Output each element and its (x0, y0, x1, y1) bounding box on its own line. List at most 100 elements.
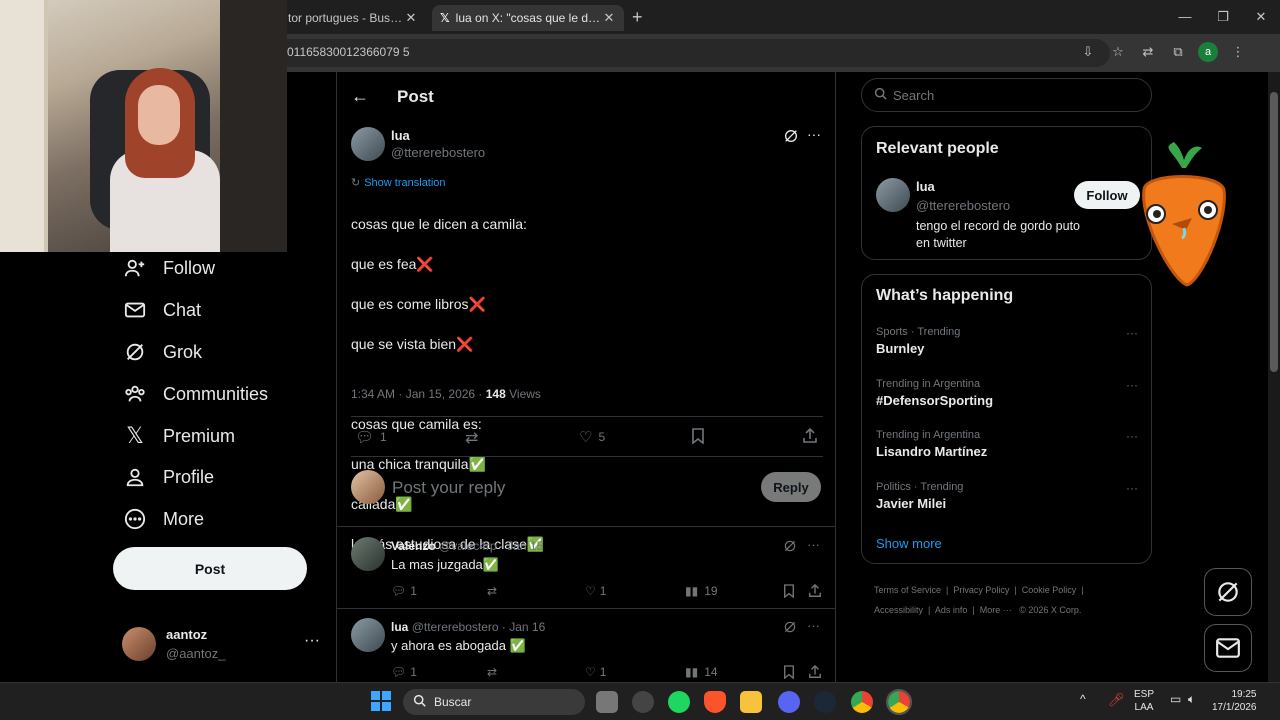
follow-button[interactable]: Follow (1074, 181, 1140, 209)
windows-start-icon[interactable] (370, 690, 392, 712)
close-tab-icon[interactable]: ✕ (602, 10, 616, 26)
reply-action[interactable]: 💬︎ 1 (391, 665, 417, 679)
retweet-icon[interactable]: ⇄ (465, 428, 478, 448)
more-dots-icon[interactable]: ··· (1126, 378, 1138, 392)
more-dots-icon[interactable]: ··· (807, 537, 820, 552)
trend-item[interactable]: Politics · Trending Javier Milei ··· (876, 481, 1138, 511)
discord-icon[interactable] (778, 691, 800, 713)
sidebar-item-more[interactable]: More (123, 499, 204, 539)
sidebar-item-profile[interactable]: Profile (123, 457, 214, 497)
reply-author-handle[interactable]: @ttererebostero · Jan 16 (412, 620, 546, 634)
author-handle[interactable]: @ttererebostero (391, 145, 485, 160)
task-view-icon[interactable] (596, 691, 618, 713)
more-dots-icon[interactable]: ··· (1126, 326, 1138, 340)
avatar[interactable] (876, 178, 910, 212)
account-switcher[interactable]: aantoz @aantoz_ ··· (122, 624, 320, 664)
show-translation-link[interactable]: ↻ Show translation (351, 176, 446, 190)
trend-item[interactable]: Sports · Trending Burnley ··· (876, 326, 1138, 356)
person-handle[interactable]: @ttererebostero (916, 198, 1010, 213)
more-dots-icon[interactable]: ··· (1126, 429, 1138, 443)
bookmark-icon[interactable] (783, 665, 795, 679)
taskbar-search[interactable]: Buscar (403, 689, 585, 715)
chrome-active-icon[interactable] (886, 689, 912, 715)
new-tab-icon[interactable]: + (632, 7, 643, 28)
trend-item[interactable]: Trending in Argentina #DefensorSporting … (876, 378, 1138, 408)
grok-icon[interactable] (783, 539, 797, 558)
maximize-icon[interactable]: ❐ (1204, 0, 1242, 34)
like-action[interactable]: ♡ 1 (585, 665, 606, 679)
sidebar-item-premium[interactable]: 𝕏 Premium (123, 416, 235, 456)
install-app-icon[interactable]: ⇩ (1078, 42, 1098, 62)
bookmark-icon[interactable] (783, 584, 795, 598)
share-icon[interactable] (802, 428, 818, 444)
browser-menu-icon[interactable]: ⋮ (1228, 42, 1248, 62)
chrome-icon[interactable] (851, 691, 873, 713)
browser-tab-active[interactable]: 𝕏 lua on X: "cosas que le dicen a camila… (432, 5, 624, 31)
share-icon[interactable] (808, 584, 822, 598)
extensions-icon[interactable]: ⧉ (1168, 42, 1188, 62)
avatar[interactable] (351, 618, 385, 652)
network-icon[interactable]: ▭ (1170, 693, 1181, 706)
steam-icon[interactable] (814, 691, 836, 713)
reply-action[interactable]: 💬︎ 1 (391, 584, 417, 598)
more-dots-icon[interactable]: ··· (1126, 481, 1138, 495)
views-action[interactable]: ▮▮ 19 (685, 584, 718, 598)
sidebar-item-communities[interactable]: Communities (123, 374, 268, 414)
close-tab-icon[interactable]: ✕ (404, 10, 418, 26)
grok-fab-button[interactable] (1204, 568, 1252, 616)
sidebar-item-chat[interactable]: Chat (123, 290, 201, 330)
like-action[interactable]: ♡ 5 (579, 428, 605, 446)
minimize-icon[interactable]: — (1166, 0, 1204, 34)
reply-author-name[interactable]: lua (391, 620, 408, 634)
views-action[interactable]: ▮▮ 14 (685, 665, 718, 679)
reply-author-name[interactable]: Valenzo (391, 539, 436, 553)
trend-item[interactable]: Trending in Argentina Lisandro Martínez … (876, 429, 1138, 459)
reply-action[interactable]: 💬︎ 1 (355, 428, 387, 446)
like-action[interactable]: ♡ 1 (585, 584, 606, 598)
show-more-link[interactable]: Show more (876, 536, 942, 551)
footer-link[interactable]: Terms of Service (874, 585, 941, 595)
grok-icon[interactable] (783, 620, 797, 639)
clock[interactable]: 19:25 17/1/2026 (1212, 688, 1257, 714)
brave-icon[interactable] (704, 691, 726, 713)
profile-avatar-icon[interactable]: a (1198, 42, 1218, 62)
scrollbar-thumb[interactable] (1270, 92, 1278, 372)
retweet-icon[interactable]: ⇄ (487, 665, 497, 679)
obs-icon[interactable] (632, 691, 654, 713)
author-name[interactable]: lua (391, 128, 410, 143)
volume-icon[interactable]: 🔈︎ (1188, 693, 1195, 706)
share-icon[interactable] (808, 665, 822, 679)
footer-link[interactable]: Accessibility (874, 605, 923, 615)
messages-fab-button[interactable] (1204, 624, 1252, 672)
footer-link[interactable]: Privacy Policy (953, 585, 1009, 595)
more-dots-icon[interactable]: ··· (807, 126, 821, 142)
microphone-icon[interactable]: 🎤︎ (1108, 693, 1125, 706)
search-input[interactable]: Search (861, 78, 1152, 112)
sidebar-item-grok[interactable]: Grok (123, 332, 202, 372)
translate-icon[interactable]: ⇄ (1138, 42, 1158, 62)
reply-author-handle[interactable]: @valec4rp · Jan 15 (439, 539, 543, 553)
footer-link[interactable]: Ads info (935, 605, 968, 615)
bookmark-star-icon[interactable]: ☆ (1108, 42, 1128, 62)
grok-icon[interactable] (783, 128, 799, 149)
file-explorer-icon[interactable] (740, 691, 762, 713)
retweet-icon[interactable]: ⇄ (487, 584, 497, 598)
avatar[interactable] (351, 537, 385, 571)
reply-input[interactable]: Post your reply (392, 478, 505, 498)
more-dots-icon[interactable]: ··· (807, 618, 820, 633)
close-window-icon[interactable]: ✕ (1242, 0, 1280, 34)
footer-link[interactable]: Cookie Policy (1022, 585, 1077, 595)
sidebar-item-follow[interactable]: Follow (123, 248, 215, 288)
back-arrow-icon[interactable]: ← (351, 86, 369, 107)
more-dots-icon[interactable]: ··· (304, 632, 320, 650)
language-indicator[interactable]: ESP LAA (1134, 688, 1154, 714)
reply-button[interactable]: Reply (761, 472, 821, 502)
footer-link[interactable]: More ··· (980, 605, 1012, 615)
bookmark-icon[interactable] (691, 428, 705, 444)
browser-tab-search[interactable]: tor portugues - Buscar con ✕ (280, 5, 426, 31)
spotify-icon[interactable] (668, 691, 690, 713)
post-button[interactable]: Post (113, 547, 307, 590)
person-name[interactable]: lua (916, 179, 935, 194)
avatar[interactable] (351, 127, 385, 161)
chevron-up-icon[interactable]: ^ (1080, 693, 1086, 706)
